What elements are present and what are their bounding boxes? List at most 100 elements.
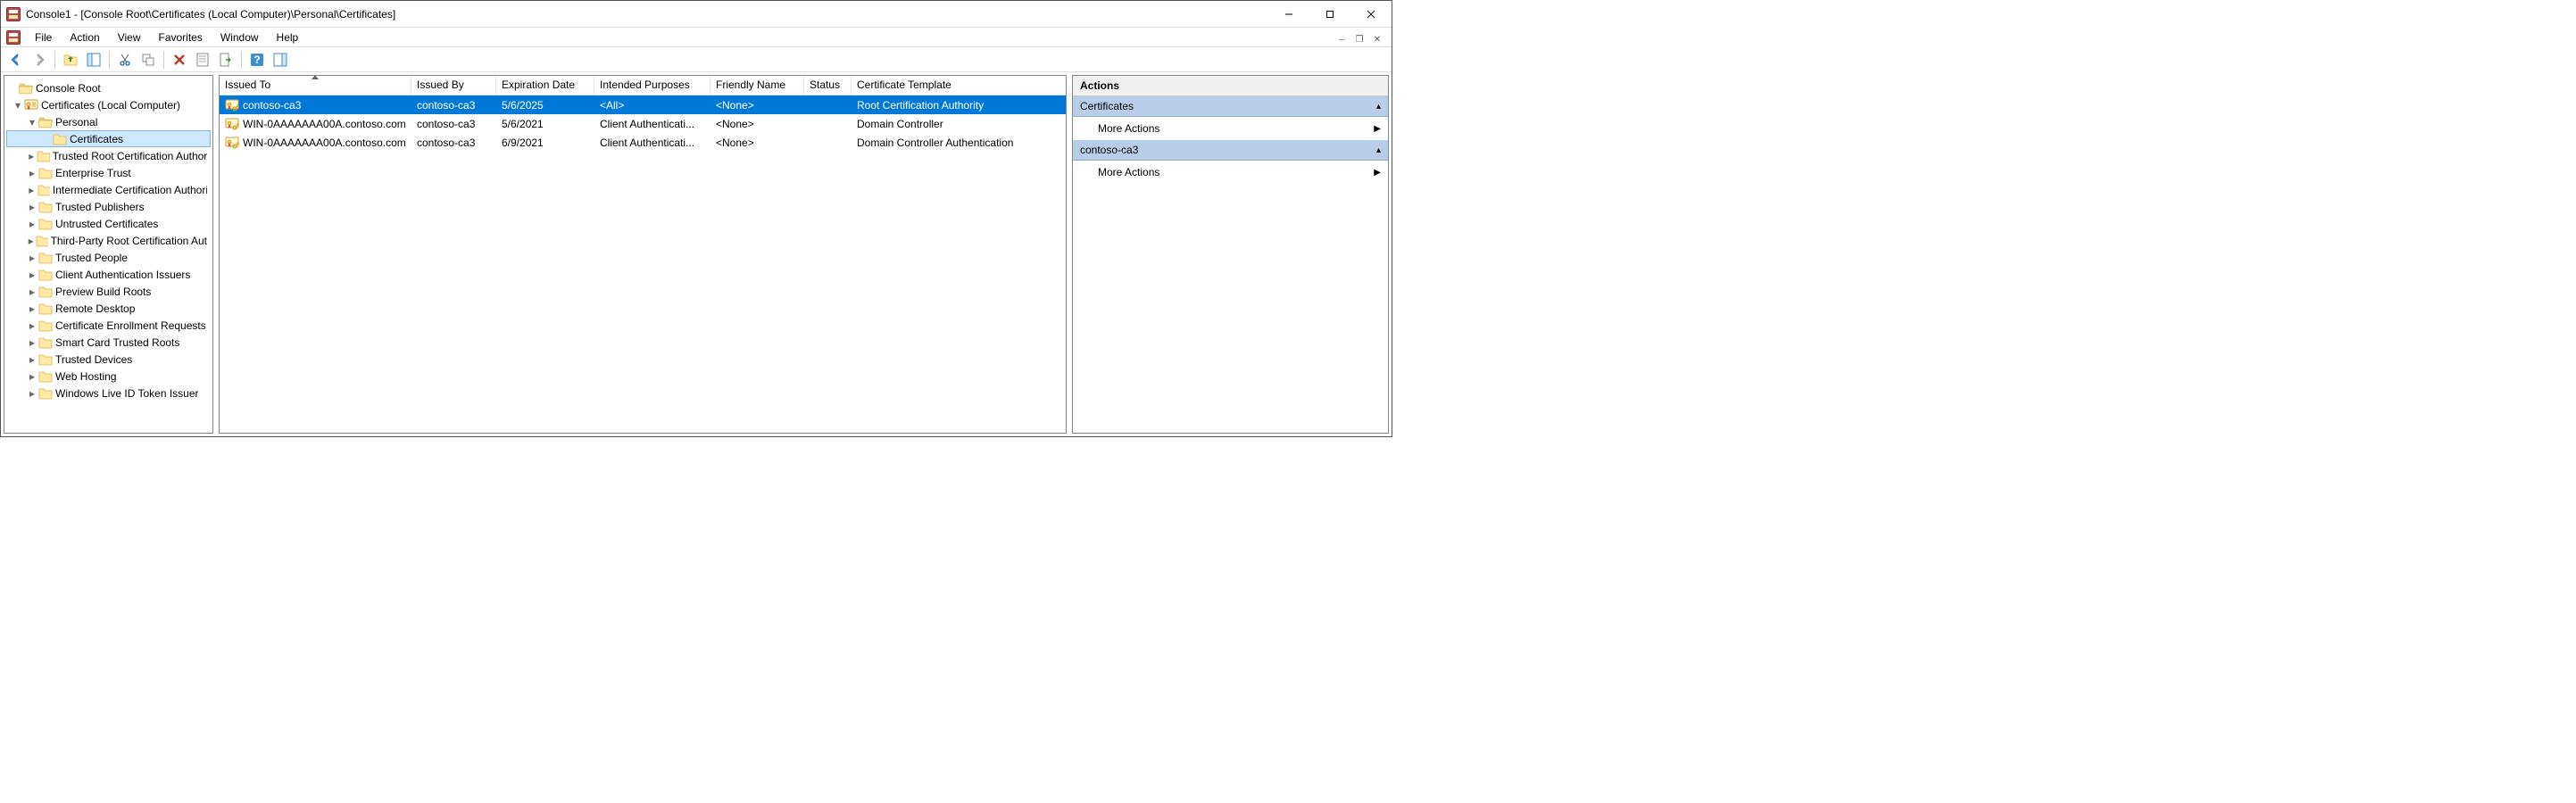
tree-label: Trusted People <box>55 252 128 264</box>
caret-right-icon[interactable]: ▸ <box>26 235 36 247</box>
properties-button[interactable] <box>193 50 212 70</box>
caret-right-icon[interactable]: ▸ <box>26 167 38 179</box>
up-button[interactable] <box>61 50 80 70</box>
caret-right-icon[interactable]: ▸ <box>26 201 38 213</box>
caret-down-icon[interactable]: ▾ <box>26 116 38 128</box>
table-row[interactable]: WIN-0AAAAAAA00A.contoso.comcontoso-ca36/… <box>220 133 1066 152</box>
table-row[interactable]: contoso-ca3contoso-ca35/6/2025<All><None… <box>220 95 1066 114</box>
folder-icon <box>37 149 49 163</box>
column-issued-by[interactable]: Issued By <box>411 76 496 95</box>
tree-node[interactable]: ▸Windows Live ID Token Issuer <box>6 385 211 402</box>
table-row[interactable]: WIN-0AAAAAAA00A.contoso.comcontoso-ca35/… <box>220 114 1066 133</box>
actions-section-header[interactable]: Certificates ▴ <box>1073 96 1388 117</box>
tree-label: Smart Card Trusted Roots <box>55 336 179 349</box>
help-button[interactable]: ? <box>247 50 267 70</box>
cell-issued-by: contoso-ca3 <box>417 118 475 130</box>
tree-node[interactable]: ▸Trusted Publishers <box>6 198 211 215</box>
tree-node[interactable]: ▸ Trusted Devices <box>6 351 211 368</box>
mdi-minimize[interactable]: ‒ <box>1333 32 1350 46</box>
actions-more-actions[interactable]: More Actions ▶ <box>1073 161 1388 184</box>
tree-node[interactable]: ▸Remote Desktop <box>6 300 211 317</box>
caret-right-icon[interactable]: ▸ <box>26 387 38 400</box>
menu-favorites[interactable]: Favorites <box>150 28 212 46</box>
cell-purposes: Client Authenticati... <box>600 137 694 149</box>
close-button[interactable] <box>1350 2 1392 27</box>
column-expiration-date[interactable]: Expiration Date <box>496 76 594 95</box>
folder-icon <box>38 166 53 180</box>
menu-window[interactable]: Window <box>212 28 268 46</box>
toolbar-separator <box>54 51 55 69</box>
cell-expiration: 6/9/2021 <box>502 137 544 149</box>
actions-section-label: contoso-ca3 <box>1080 144 1138 156</box>
tree-node-certificates[interactable]: ▸ Certificates <box>6 130 211 147</box>
caret-right-icon[interactable]: ▸ <box>26 218 38 230</box>
caret-right-icon[interactable]: ▸ <box>26 353 38 366</box>
mmc-doc-icon <box>6 30 21 45</box>
tree-node[interactable]: ▸Third-Party Root Certification Authorit… <box>6 232 211 249</box>
caret-right-icon[interactable]: ▸ <box>26 184 37 196</box>
delete-button[interactable] <box>170 50 189 70</box>
actions-item-label: More Actions <box>1098 122 1159 135</box>
folder-icon <box>37 183 50 197</box>
forward-button[interactable] <box>29 50 49 70</box>
caret-right-icon[interactable]: ▸ <box>26 269 38 281</box>
caret-down-icon[interactable]: ▾ <box>12 99 24 112</box>
tree-node[interactable]: ▸ Trusted People <box>6 249 211 266</box>
show-hide-action-pane-button[interactable] <box>270 50 290 70</box>
actions-more-actions[interactable]: More Actions ▶ <box>1073 117 1388 140</box>
show-hide-tree-button[interactable] <box>84 50 104 70</box>
tree-node[interactable]: ▸Preview Build Roots <box>6 283 211 300</box>
tree-label: Trusted Root Certification Authorities <box>53 150 207 162</box>
caret-right-icon[interactable]: ▸ <box>26 336 38 349</box>
mdi-close[interactable]: ✕ <box>1368 32 1386 46</box>
column-friendly-name[interactable]: Friendly Name <box>710 76 804 95</box>
tree-node[interactable]: ▸Certificate Enrollment Requests <box>6 317 211 334</box>
tree-node-console-root[interactable]: ▸ Console Root <box>6 79 211 96</box>
cell-issued-to: contoso-ca3 <box>243 99 301 112</box>
console-tree: ▸ Console Root ▾ Certificates (Local Com… <box>6 79 211 402</box>
tree-node-certificates-local-computer[interactable]: ▾ Certificates (Local Computer) <box>6 96 211 113</box>
minimize-button[interactable] <box>1268 2 1309 27</box>
folder-icon <box>38 335 53 350</box>
caret-right-icon[interactable]: ▸ <box>26 252 38 264</box>
caret-right-icon[interactable]: ▸ <box>26 150 37 162</box>
tree-node[interactable]: ▸ Smart Card Trusted Roots <box>6 334 211 351</box>
caret-right-icon[interactable]: ▸ <box>26 302 38 315</box>
folder-icon <box>38 251 53 265</box>
column-certificate-template[interactable]: Certificate Template <box>852 76 1052 95</box>
cut-button[interactable] <box>115 50 135 70</box>
cell-expiration: 5/6/2025 <box>502 99 544 112</box>
menu-action[interactable]: Action <box>61 28 108 46</box>
tree-node[interactable]: ▸Untrusted Certificates <box>6 215 211 232</box>
caret-right-icon[interactable]: ▸ <box>26 319 38 332</box>
folder-icon <box>38 369 53 384</box>
tree-label: Trusted Devices <box>55 353 132 366</box>
tree-node[interactable]: ▸ Trusted Root Certification Authorities <box>6 147 211 164</box>
maximize-button[interactable] <box>1309 2 1350 27</box>
tree-pane[interactable]: ▸ Console Root ▾ Certificates (Local Com… <box>4 75 213 434</box>
caret-right-icon[interactable]: ▸ <box>26 286 38 298</box>
column-intended-purposes[interactable]: Intended Purposes <box>594 76 710 95</box>
actions-pane: Actions Certificates ▴ More Actions ▶ co… <box>1072 75 1389 434</box>
actions-item-label: More Actions <box>1098 166 1159 178</box>
caret-right-icon[interactable]: ▸ <box>26 370 38 383</box>
cell-friendly: <None> <box>716 99 754 112</box>
mdi-restore[interactable]: ❐ <box>1350 32 1368 46</box>
tree-node-personal[interactable]: ▾ Personal <box>6 113 211 130</box>
cell-issued-by: contoso-ca3 <box>417 99 475 112</box>
list-pane[interactable]: Issued To Issued By Expiration Date Inte… <box>219 75 1067 434</box>
menu-help[interactable]: Help <box>268 28 308 46</box>
actions-section-header[interactable]: contoso-ca3 ▴ <box>1073 140 1388 161</box>
export-button[interactable] <box>216 50 236 70</box>
tree-node[interactable]: ▸Enterprise Trust <box>6 164 211 181</box>
tree-node[interactable]: ▸Client Authentication Issuers <box>6 266 211 283</box>
copy-button[interactable] <box>138 50 158 70</box>
tree-node[interactable]: ▸Intermediate Certification Authorities <box>6 181 211 198</box>
tree-node[interactable]: ▸Web Hosting <box>6 368 211 385</box>
column-status[interactable]: Status <box>804 76 852 95</box>
menu-view[interactable]: View <box>109 28 150 46</box>
menu-file[interactable]: File <box>26 28 61 46</box>
back-button[interactable] <box>6 50 26 70</box>
column-issued-to[interactable]: Issued To <box>220 76 411 95</box>
list-header: Issued To Issued By Expiration Date Inte… <box>220 76 1066 95</box>
